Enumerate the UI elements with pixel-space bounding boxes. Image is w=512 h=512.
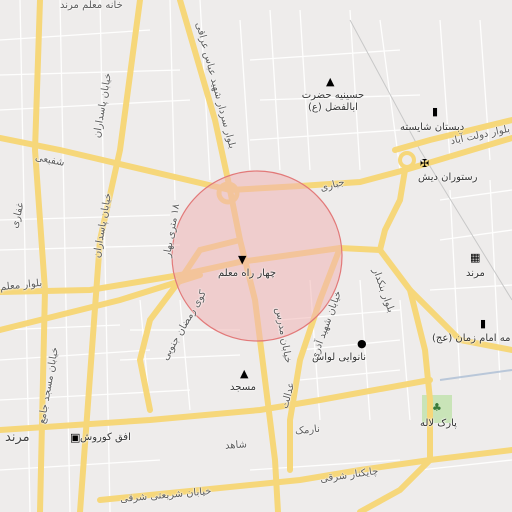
city-label: مرند: [5, 430, 30, 445]
mosque-icon[interactable]: ▲: [326, 76, 334, 87]
street-label: شاهد: [224, 439, 248, 452]
poi-label[interactable]: دبستان شایسته: [400, 122, 464, 133]
poi-label[interactable]: رستوران دیش: [418, 172, 478, 183]
school-icon[interactable]: ▮: [432, 106, 438, 117]
bakery-icon[interactable]: ●: [357, 338, 367, 349]
poi-label[interactable]: مرند: [466, 268, 485, 279]
train-icon[interactable]: ▦: [470, 252, 480, 263]
street-label: خانه معلم مرند: [60, 0, 123, 11]
map-canvas[interactable]: خیابان پاسداران خیابان پاسداران بلوار سر…: [0, 0, 512, 512]
search-radius-highlight: [171, 170, 343, 342]
poi-label[interactable]: حسینیه حضرت ابالفضل (ع): [298, 90, 368, 114]
shop-icon[interactable]: ▣: [70, 432, 80, 443]
school-icon[interactable]: ▮: [480, 318, 486, 329]
intersection-pin-icon[interactable]: ▼: [238, 254, 246, 265]
poi-label[interactable]: افق کوروش: [80, 432, 131, 443]
poi-label[interactable]: مسجد: [230, 382, 256, 393]
road-connector: [377, 167, 408, 253]
poi-label[interactable]: چهار راه معلم: [218, 268, 276, 279]
road-west: [31, 0, 49, 512]
poi-label[interactable]: نانوایی لواش: [312, 352, 366, 363]
poi-label[interactable]: مه امام زمان (عج): [432, 333, 510, 344]
road-south: [0, 377, 433, 433]
park-icon[interactable]: ♣: [432, 402, 442, 413]
mosque-icon[interactable]: ▲: [240, 368, 248, 379]
restaurant-icon[interactable]: ✠: [420, 158, 429, 169]
poi-label[interactable]: پارک لاله: [420, 418, 457, 429]
